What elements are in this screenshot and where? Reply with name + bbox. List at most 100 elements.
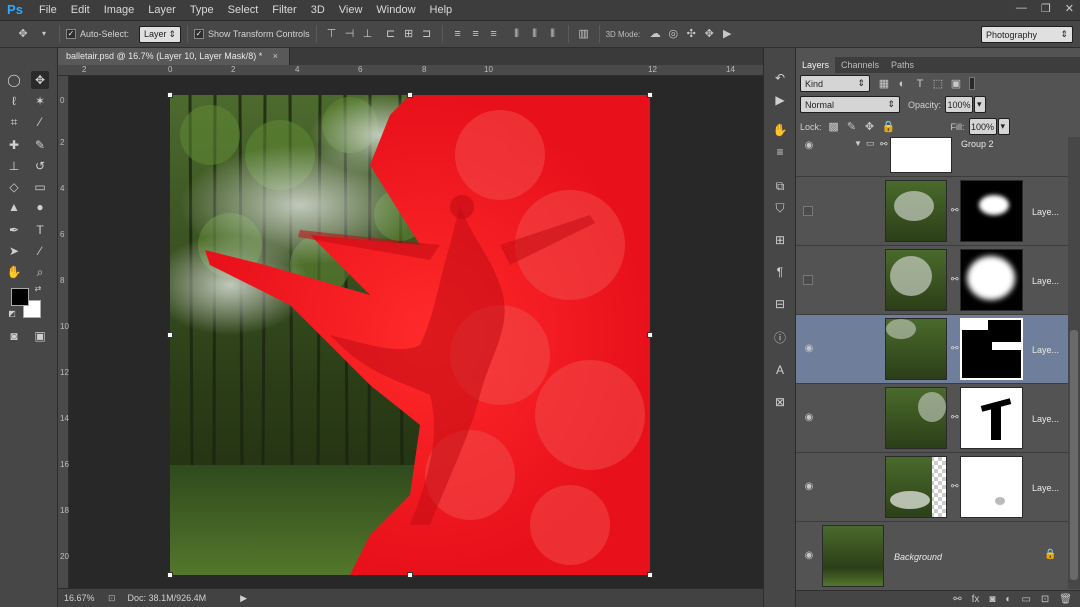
clone-source-icon[interactable]: ⧉ bbox=[772, 178, 788, 194]
menu-select[interactable]: Select bbox=[221, 0, 266, 21]
3d-scale-icon[interactable]: ▶ bbox=[721, 28, 733, 40]
layer-thumbnail[interactable] bbox=[885, 456, 947, 518]
layer-mask-thumbnail[interactable] bbox=[960, 249, 1023, 311]
document-image[interactable] bbox=[170, 95, 650, 575]
clone-stamp-icon[interactable]: ⊥ bbox=[5, 157, 23, 175]
fx-icon[interactable]: fx bbox=[972, 594, 980, 605]
add-mask-icon[interactable]: ◙ bbox=[989, 594, 995, 605]
magic-wand-icon[interactable]: ✶ bbox=[31, 92, 49, 110]
distribute-right-icon[interactable]: ⫴ bbox=[547, 28, 559, 40]
transform-handle[interactable] bbox=[167, 572, 173, 578]
move-tool-preset-icon[interactable]: ✥ bbox=[14, 28, 32, 40]
history-brush-icon[interactable]: ↺ bbox=[31, 157, 49, 175]
properties-icon[interactable]: ⛉ bbox=[772, 200, 788, 216]
opacity-input[interactable]: 100% bbox=[945, 96, 974, 113]
lock-image-icon[interactable]: ✎ bbox=[846, 121, 858, 133]
layer-mask-thumbnail[interactable] bbox=[960, 318, 1023, 380]
character-icon[interactable]: A bbox=[772, 362, 788, 378]
swap-colors-icon[interactable]: ⇄ bbox=[33, 284, 43, 294]
healing-brush-icon[interactable]: ✚ bbox=[5, 136, 23, 154]
visibility-toggle[interactable] bbox=[803, 206, 813, 216]
tab-channels[interactable]: Channels bbox=[835, 57, 885, 73]
align-hcenter-icon[interactable]: ⊞ bbox=[403, 28, 415, 40]
line-tool-icon[interactable]: ∕ bbox=[31, 242, 49, 260]
history-panel-icon[interactable]: ↶ bbox=[772, 70, 788, 86]
close-tab-icon[interactable]: × bbox=[273, 51, 278, 61]
pen-tool-icon[interactable]: ✒ bbox=[5, 221, 23, 239]
chain-icon[interactable]: ⚯ bbox=[951, 205, 959, 215]
menu-help[interactable]: Help bbox=[423, 0, 460, 21]
workspace-dropdown[interactable]: Photography ⇕ bbox=[981, 26, 1073, 43]
zoom-tool-icon[interactable]: ⌕ bbox=[31, 263, 49, 281]
chain-icon[interactable]: ⚯ bbox=[880, 139, 888, 149]
menu-window[interactable]: Window bbox=[369, 0, 422, 21]
chain-icon[interactable]: ⚯ bbox=[951, 481, 959, 491]
eye-icon[interactable]: ◉ bbox=[803, 482, 815, 492]
menu-type[interactable]: Type bbox=[183, 0, 221, 21]
distribute-bottom-icon[interactable]: ≡ bbox=[488, 28, 500, 40]
filter-adjustment-icon[interactable]: ◐ bbox=[896, 78, 908, 90]
menu-layer[interactable]: Layer bbox=[141, 0, 183, 21]
filter-smart-icon[interactable]: ▣ bbox=[950, 78, 962, 90]
background-thumbnail[interactable] bbox=[822, 525, 884, 587]
move-tool-icon[interactable]: ✥ bbox=[31, 71, 49, 89]
filter-pixel-icon[interactable]: ▦ bbox=[878, 78, 890, 90]
blur-tool-icon[interactable]: ▲ bbox=[5, 198, 23, 216]
auto-select-toggle[interactable]: ✓ Auto-Select: bbox=[66, 25, 129, 43]
layer-row[interactable]: ⚯ Laye... bbox=[796, 177, 1068, 246]
distribute-hcenter-icon[interactable]: ⫴ bbox=[529, 28, 541, 40]
type-tool-icon[interactable]: T bbox=[31, 221, 49, 239]
layer-comps-icon[interactable]: ⊠ bbox=[772, 394, 788, 410]
close-button[interactable]: ✕ bbox=[1065, 2, 1074, 15]
brush-tool-icon[interactable]: ✎ bbox=[31, 136, 49, 154]
info-icon[interactable]: ⓘ bbox=[772, 330, 788, 346]
dodge-tool-icon[interactable]: ● bbox=[31, 198, 49, 216]
transform-handle[interactable] bbox=[407, 92, 413, 98]
document-tab[interactable]: balletair.psd @ 16.7% (Layer 10, Layer M… bbox=[58, 48, 290, 65]
chain-icon[interactable]: ⚯ bbox=[951, 343, 959, 353]
auto-align-icon[interactable]: ▥ bbox=[578, 28, 590, 40]
transform-handle[interactable] bbox=[167, 92, 173, 98]
filter-kind-dropdown[interactable]: Kind ⇕ bbox=[800, 75, 870, 92]
new-layer-icon[interactable]: ⊡ bbox=[1041, 594, 1049, 605]
marquee-tool-icon[interactable]: ◯ bbox=[5, 71, 23, 89]
filter-type-icon[interactable]: T bbox=[914, 78, 926, 90]
3d-roll-icon[interactable]: ◎ bbox=[667, 28, 679, 40]
hand-tool-icon[interactable]: ✋ bbox=[5, 263, 23, 281]
layer-thumbnail[interactable] bbox=[885, 249, 947, 311]
zoom-level[interactable]: 16.67% bbox=[64, 593, 100, 603]
crop-tool-icon[interactable]: ⌗ bbox=[5, 113, 23, 131]
blend-mode-dropdown[interactable]: Normal ⇕ bbox=[800, 96, 900, 113]
quick-mask-icon[interactable]: ◙ bbox=[5, 327, 23, 345]
eyedropper-icon[interactable]: ⁄ bbox=[31, 113, 49, 131]
tool-presets-icon[interactable]: ✋ bbox=[772, 122, 788, 138]
opacity-slider-toggle[interactable]: ▾ bbox=[974, 96, 987, 113]
menu-filter[interactable]: Filter bbox=[265, 0, 303, 21]
tab-paths[interactable]: Paths bbox=[885, 57, 920, 73]
fill-input[interactable]: 100% bbox=[968, 118, 997, 135]
layer-mask-thumbnail[interactable] bbox=[960, 387, 1023, 449]
eye-icon[interactable]: ◉ bbox=[803, 551, 815, 561]
status-icon[interactable]: ⊡ bbox=[108, 593, 116, 604]
eye-icon[interactable]: ◉ bbox=[803, 141, 815, 151]
link-layers-icon[interactable]: ⚯ bbox=[953, 594, 961, 605]
menu-3d[interactable]: 3D bbox=[304, 0, 332, 21]
layer-mask-thumbnail[interactable] bbox=[960, 180, 1023, 242]
layer-thumbnail[interactable] bbox=[885, 318, 947, 380]
align-right-icon[interactable]: ⊐ bbox=[421, 28, 433, 40]
auto-select-target-dropdown[interactable]: Layer ⇕ bbox=[139, 25, 182, 43]
layer-thumbnail[interactable] bbox=[885, 180, 947, 242]
show-transform-checkbox[interactable]: ✓ bbox=[194, 29, 205, 39]
3d-orbit-icon[interactable]: ☁ bbox=[649, 28, 661, 40]
transform-handle[interactable] bbox=[647, 92, 653, 98]
3d-pan-icon[interactable]: ✣ bbox=[685, 28, 697, 40]
align-left-icon[interactable]: ⊏ bbox=[385, 28, 397, 40]
lock-all-icon[interactable]: 🔒 bbox=[882, 121, 896, 133]
background-layer-row[interactable]: ◉ Background 🔒 bbox=[796, 522, 1068, 591]
layer-row-selected[interactable]: ◉ ⚯ Laye... bbox=[796, 315, 1068, 384]
layer-group-row[interactable]: ◉ ▼ ▭ ⚯ Group 2 bbox=[796, 137, 1068, 177]
menu-image[interactable]: Image bbox=[97, 0, 142, 21]
lock-position-icon[interactable]: ✥ bbox=[864, 121, 876, 133]
filter-toggle[interactable] bbox=[969, 77, 975, 90]
chain-icon[interactable]: ⚯ bbox=[951, 274, 959, 284]
